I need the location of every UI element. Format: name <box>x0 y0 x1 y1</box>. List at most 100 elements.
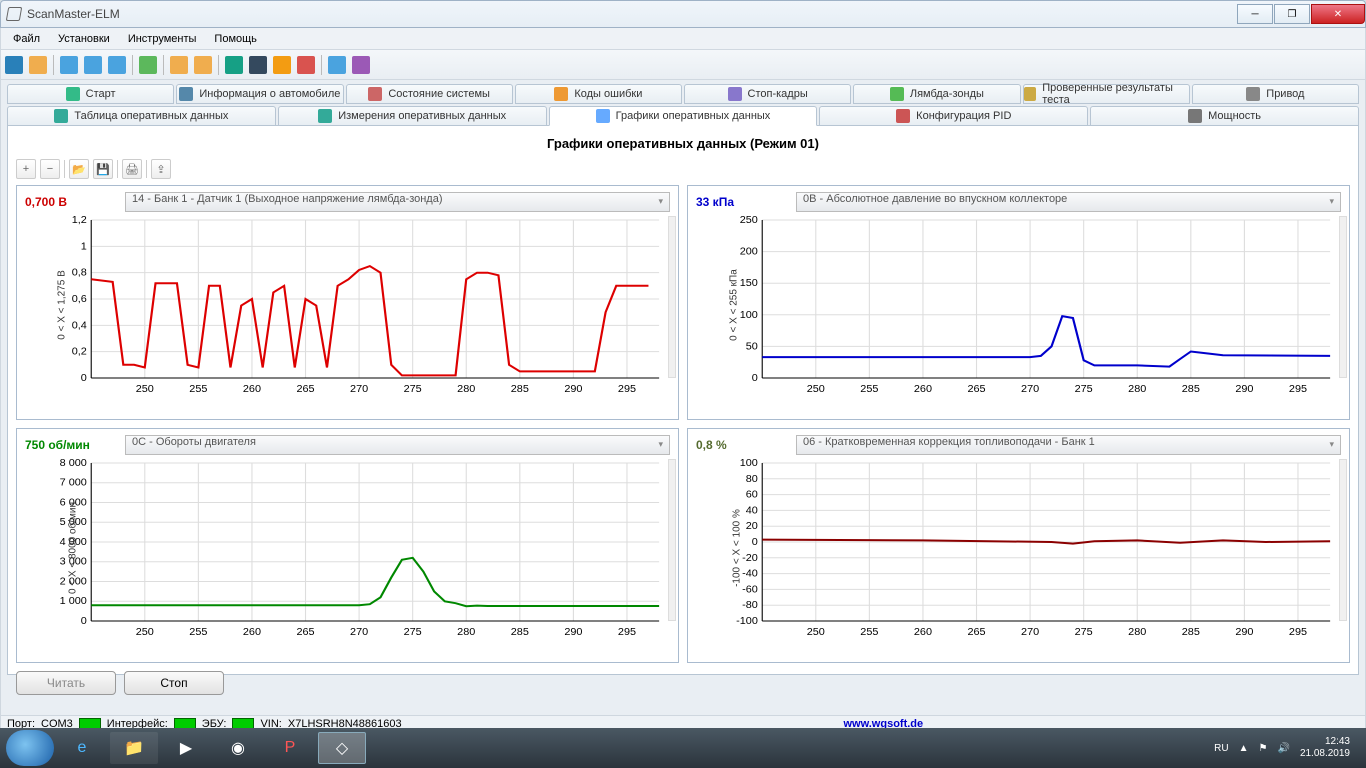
svg-text:40: 40 <box>746 506 758 517</box>
pid-select[interactable]: 0C - Обороты двигателя <box>125 435 670 455</box>
svg-text:275: 275 <box>1075 627 1093 637</box>
toolbar-search-icon[interactable] <box>225 56 243 74</box>
task-wmp-icon[interactable]: ▶ <box>162 732 210 764</box>
menu-file[interactable]: Файл <box>5 31 48 47</box>
svg-text:285: 285 <box>1182 627 1200 637</box>
toolbar-sep <box>53 55 54 75</box>
start-button[interactable] <box>6 730 54 766</box>
tab-label: Мощность <box>1208 110 1261 122</box>
toolbar-flag-icon[interactable] <box>273 56 291 74</box>
minimize-button[interactable]: ─ <box>1237 4 1273 24</box>
pid-select[interactable]: 0B - Абсолютное давление во впускном кол… <box>796 192 1341 212</box>
toolbar-disc-icon[interactable] <box>5 56 23 74</box>
tray-flag-icon[interactable]: ▲ <box>1239 743 1249 754</box>
pid-select[interactable]: 06 - Кратковременная коррекция топливопо… <box>796 435 1341 455</box>
toolbar-alert-icon[interactable] <box>297 56 315 74</box>
svg-text:0,2: 0,2 <box>72 347 87 358</box>
task-explorer-icon[interactable]: 📁 <box>110 732 158 764</box>
svg-text:0: 0 <box>752 537 758 548</box>
maximize-button[interactable]: ❐ <box>1274 4 1310 24</box>
toolbar-exit-icon[interactable] <box>352 56 370 74</box>
svg-text:265: 265 <box>296 627 314 637</box>
tray-sound-icon[interactable]: 🔊 <box>1277 743 1289 754</box>
chart-scrollbar[interactable] <box>668 216 676 378</box>
tab-tabrow1-7[interactable]: Привод <box>1192 84 1359 104</box>
tab-tabrow1-3[interactable]: Коды ошибки <box>515 84 682 104</box>
tab-label: Состояние системы <box>388 88 490 100</box>
tab-tabrow1-2[interactable]: Состояние системы <box>346 84 513 104</box>
tab-tabrow2-3[interactable]: Конфигурация PID <box>819 106 1088 126</box>
task-chrome-icon[interactable]: ◉ <box>214 732 262 764</box>
svg-text:275: 275 <box>404 627 422 637</box>
menu-settings[interactable]: Установки <box>50 31 118 47</box>
svg-text:270: 270 <box>350 384 368 394</box>
svg-text:280: 280 <box>1128 384 1146 394</box>
task-ie-icon[interactable]: e <box>58 732 106 764</box>
toolbar-doc2-icon[interactable] <box>194 56 212 74</box>
svg-text:260: 260 <box>914 384 932 394</box>
tab-icon <box>728 87 742 101</box>
toolbar-user-icon[interactable] <box>139 56 157 74</box>
print-icon[interactable]: 🖨 <box>122 159 142 179</box>
svg-text:275: 275 <box>1075 384 1093 394</box>
chart-scrollbar[interactable] <box>1339 459 1347 621</box>
toolbar-doc1-icon[interactable] <box>170 56 188 74</box>
clock[interactable]: 12:43 21.08.2019 <box>1300 736 1350 760</box>
menu-tools[interactable]: Инструменты <box>120 31 205 47</box>
remove-chart-icon[interactable]: − <box>40 159 60 179</box>
task-app-icon[interactable]: ◇ <box>318 732 366 764</box>
lang-indicator[interactable]: RU <box>1214 743 1228 754</box>
tab-tabrow2-4[interactable]: Мощность <box>1090 106 1359 126</box>
read-button[interactable]: Читать <box>16 671 116 695</box>
tab-tabrow1-5[interactable]: Лямбда-зонды <box>853 84 1020 104</box>
svg-text:100: 100 <box>740 459 758 469</box>
app-icon <box>6 7 22 21</box>
svg-text:280: 280 <box>457 384 475 394</box>
tab-tabrow1-0[interactable]: Старт <box>7 84 174 104</box>
tab-icon <box>318 109 332 123</box>
tab-tabrow1-6[interactable]: Проверенные результаты теста <box>1023 84 1190 104</box>
svg-text:20: 20 <box>746 522 758 533</box>
svg-text:285: 285 <box>1182 384 1200 394</box>
tab-tabrow1-4[interactable]: Стоп-кадры <box>684 84 851 104</box>
add-chart-icon[interactable]: + <box>16 159 36 179</box>
toolbar-sep <box>218 55 219 75</box>
svg-text:-40: -40 <box>742 569 758 580</box>
clock-time: 12:43 <box>1300 736 1350 748</box>
stop-button[interactable]: Стоп <box>124 671 224 695</box>
save-icon[interactable]: 💾 <box>93 159 113 179</box>
svg-text:265: 265 <box>296 384 314 394</box>
taskbar: e 📁 ▶ ◉ P ◇ RU ▲ ⚑ 🔊 12:43 21.08.2019 <box>0 728 1366 768</box>
toolbar-grid2-icon[interactable] <box>84 56 102 74</box>
pid-select[interactable]: 14 - Банк 1 - Датчик 1 (Выходное напряже… <box>125 192 670 212</box>
tab-tabrow1-1[interactable]: Информация о автомобиле <box>176 84 343 104</box>
tray-net-icon[interactable]: ⚑ <box>1259 743 1268 754</box>
y-axis-title: 0 < X < 255 кПа <box>728 269 739 341</box>
toolbar-grid3-icon[interactable] <box>108 56 126 74</box>
toolbar-term-icon[interactable] <box>249 56 267 74</box>
svg-text:0,6: 0,6 <box>72 294 87 305</box>
svg-text:290: 290 <box>564 627 582 637</box>
chart-o2: 0,700 В14 - Банк 1 - Датчик 1 (Выходное … <box>16 185 679 420</box>
export-icon[interactable]: ⇪ <box>151 159 171 179</box>
svg-text:-100: -100 <box>736 616 758 627</box>
y-axis-title: -100 < X < 100 % <box>731 509 742 587</box>
tab-label: Конфигурация PID <box>916 110 1011 122</box>
toolbar-globe-icon[interactable] <box>29 56 47 74</box>
chart-scrollbar[interactable] <box>668 459 676 621</box>
close-button[interactable]: ✕ <box>1311 4 1365 24</box>
y-axis-title: 0 < X < 8000 об/мин <box>68 502 79 594</box>
task-ppt-icon[interactable]: P <box>266 732 314 764</box>
chart-scrollbar[interactable] <box>1339 216 1347 378</box>
tab-tabrow2-0[interactable]: Таблица оперативных данных <box>7 106 276 126</box>
toolbar-grid1-icon[interactable] <box>60 56 78 74</box>
svg-text:280: 280 <box>1128 627 1146 637</box>
menu-help[interactable]: Помощь <box>206 31 265 47</box>
svg-text:295: 295 <box>618 627 636 637</box>
toolbar-info-icon[interactable] <box>328 56 346 74</box>
svg-text:0: 0 <box>752 373 758 384</box>
open-icon[interactable]: 📂 <box>69 159 89 179</box>
tab-tabrow2-1[interactable]: Измерения оперативных данных <box>278 106 547 126</box>
charts-grid: 0,700 В14 - Банк 1 - Датчик 1 (Выходное … <box>16 185 1350 663</box>
tab-tabrow2-2[interactable]: Графики оперативных данных <box>549 106 818 126</box>
